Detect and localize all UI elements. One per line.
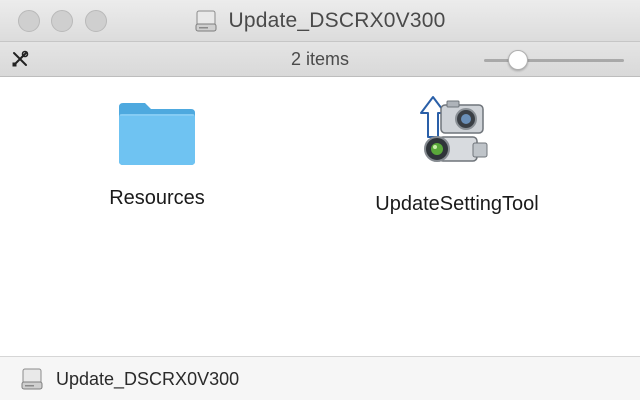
file-browser-content[interactable]: Resources UpdateSettingTool [0,77,640,356]
status-bar: 2 items [0,42,640,77]
file-name: UpdateSettingTool [375,193,539,215]
path-bar: Update_DSCRX0V300 [0,356,640,400]
icon-size-slider[interactable] [484,50,624,70]
file-name: Resources [109,187,205,209]
slider-track[interactable] [484,59,624,62]
path-label[interactable]: Update_DSCRX0V300 [56,357,239,400]
file-item-resources[interactable]: Resources [57,97,257,210]
title-bar[interactable]: Update_DSCRX0V300 [0,0,640,42]
folder-icon [119,103,195,165]
file-item-updatesettingtool[interactable]: UpdateSettingTool [357,93,557,216]
window-title-group: Update_DSCRX0V300 [0,0,640,42]
drive-icon [195,10,217,32]
slider-thumb[interactable] [508,50,528,70]
window-title: Update_DSCRX0V300 [228,9,446,32]
drive-icon[interactable] [20,367,44,391]
finder-window: Update_DSCRX0V300 2 items Resources Upda… [0,0,640,400]
camera-update-app-icon [420,96,488,162]
